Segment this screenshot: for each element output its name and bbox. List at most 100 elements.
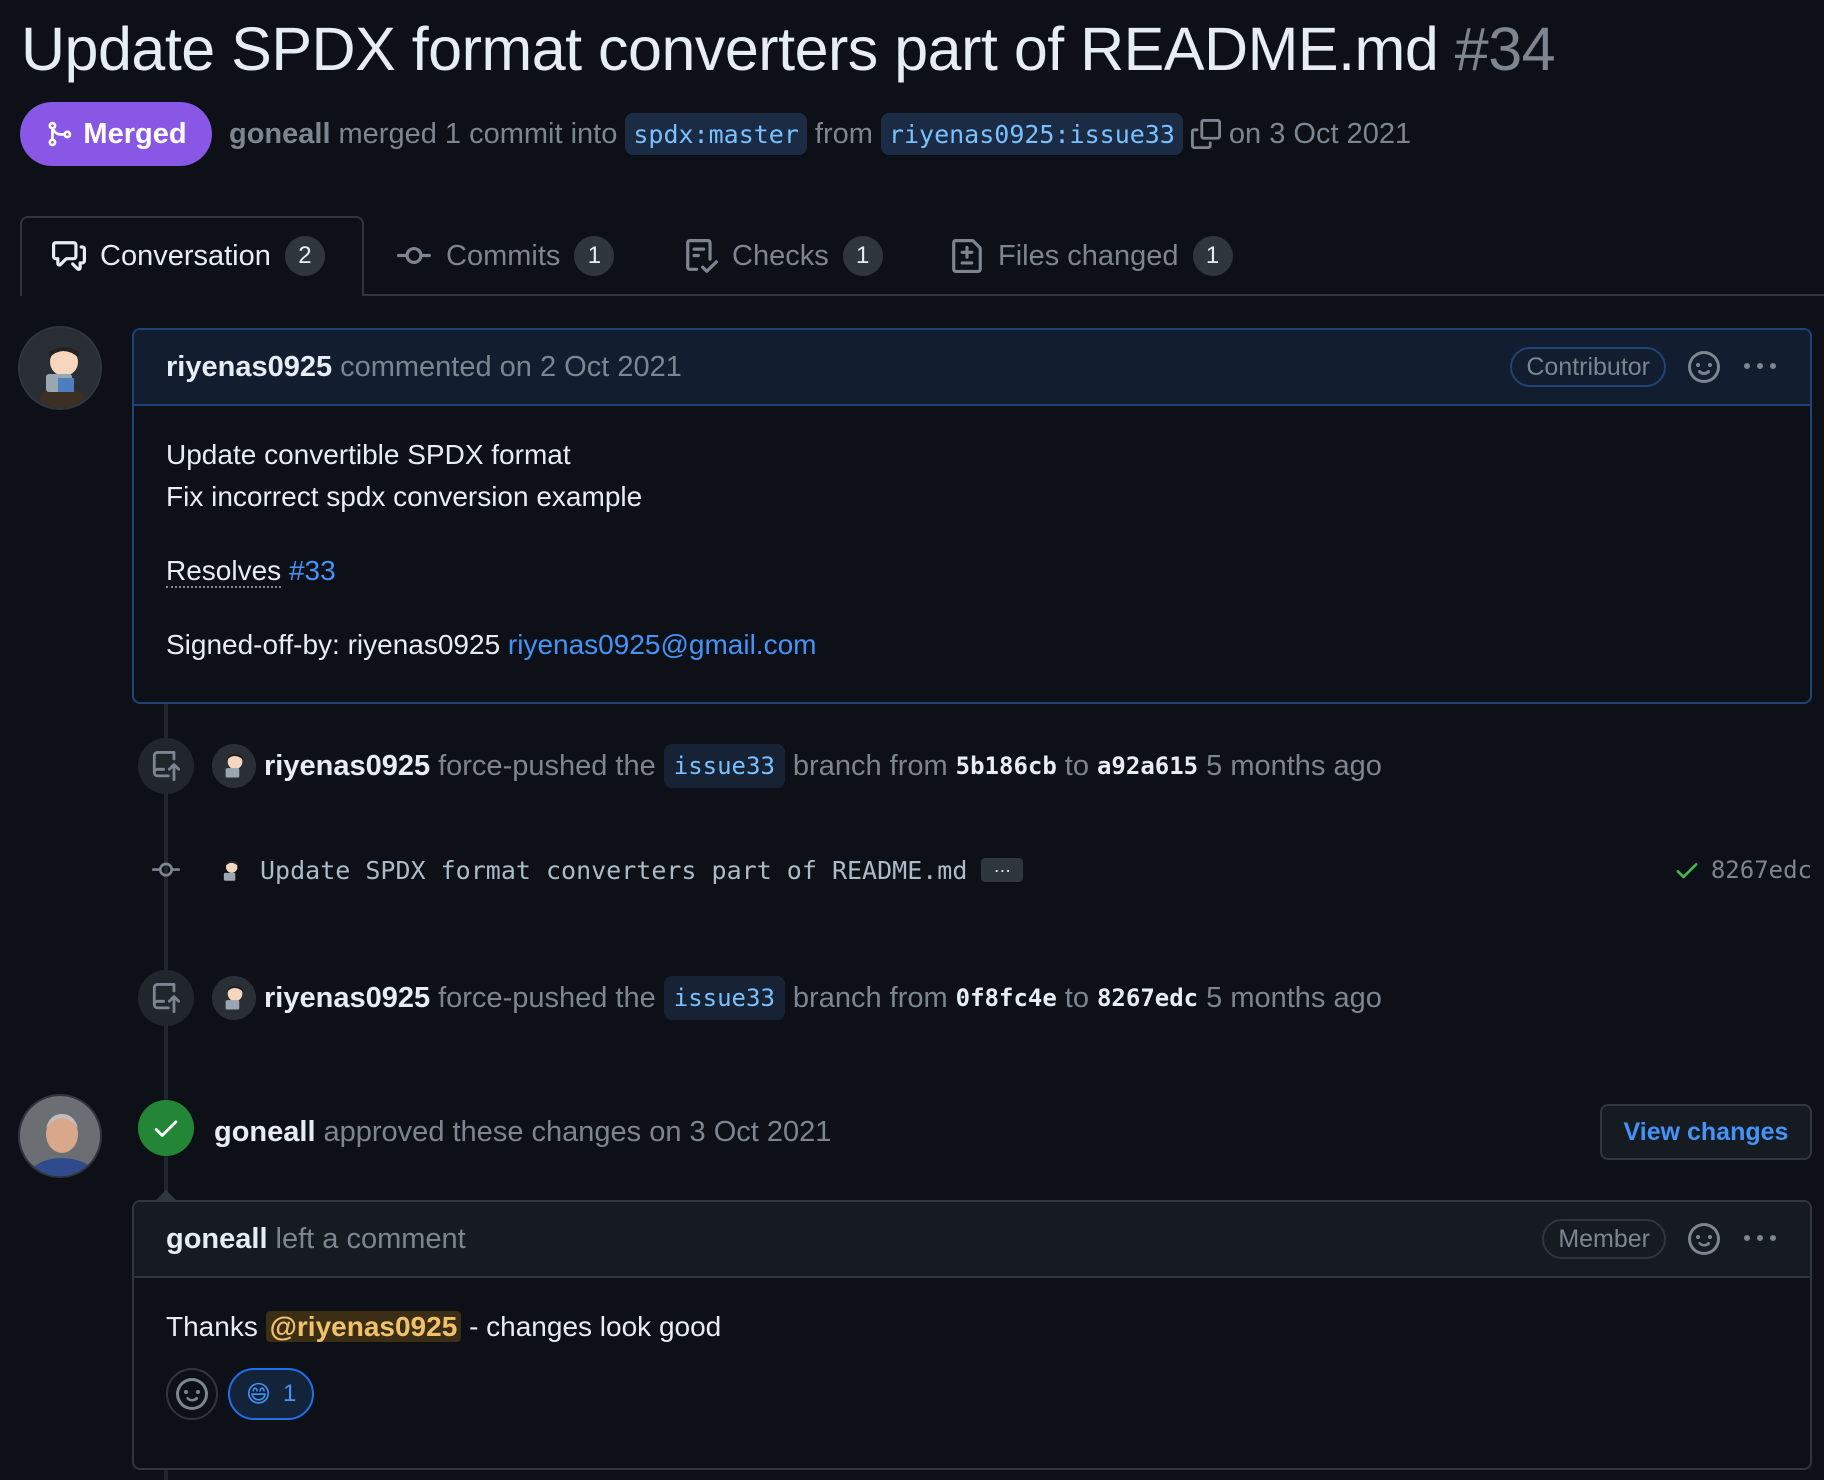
event-author[interactable]: riyenas0925 <box>264 982 430 1015</box>
avatar-illustration <box>212 744 256 788</box>
comment-header: riyenas0925 commented on 2 Oct 2021 Cont… <box>134 330 1810 406</box>
checklist-icon <box>686 239 718 273</box>
reviewer-name[interactable]: goneall <box>214 1116 316 1149</box>
comment-body: Update convertible SPDX format Fix incor… <box>134 406 1810 666</box>
event-action: force-pushed the <box>438 749 656 782</box>
to-sha-link[interactable]: 8267edc <box>1097 984 1198 1012</box>
commit-sha[interactable]: 8267edc <box>1711 856 1812 884</box>
file-diff-icon <box>952 239 982 273</box>
comment-author[interactable]: riyenas0925 <box>166 351 332 384</box>
pr-description-comment: riyenas0925 commented on 2 Oct 2021 Cont… <box>132 328 1812 704</box>
from-sha-link[interactable]: 0f8fc4e <box>956 984 1057 1012</box>
event-author[interactable]: riyenas0925 <box>264 750 430 783</box>
commit-node-icon <box>152 862 180 877</box>
tab-files-count: 1 <box>1192 236 1233 276</box>
add-reaction-button[interactable] <box>166 1368 218 1420</box>
base-branch[interactable]: spdx:master <box>625 113 807 155</box>
smiley-icon[interactable] <box>1688 1223 1720 1255</box>
commit-entry: Update SPDX format converters part of RE… <box>216 848 1024 892</box>
tab-checks[interactable]: Checks 1 <box>684 218 883 294</box>
event-to-text: to <box>1064 981 1089 1014</box>
avatar-illustration <box>20 328 100 408</box>
kebab-menu-icon[interactable] <box>1742 1223 1778 1255</box>
thanks-text: Thanks <box>166 1311 258 1342</box>
pr-title-text: Update SPDX format converters part of RE… <box>21 15 1439 83</box>
event-from-text: branch from <box>792 749 948 782</box>
review-comment: goneall left a comment Member Thanks @ri… <box>132 1200 1812 1470</box>
signed-off-line: Signed-off-by: riyenas0925 riyenas0925@g… <box>166 624 1778 666</box>
merge-date: on 3 Oct 2021 <box>1228 117 1412 150</box>
pr-title: Update SPDX format converters part of RE… <box>21 12 1556 86</box>
comment-body: Thanks @riyenas0925 - changes look good <box>134 1278 1810 1348</box>
merge-icon <box>48 121 72 147</box>
reaction-count: 1 <box>283 1380 297 1407</box>
tab-conversation-count: 2 <box>284 236 325 276</box>
resolves-line: Resolves #33 <box>166 550 1778 592</box>
signed-off-label: Signed-off-by: riyenas0925 <box>166 629 501 660</box>
to-sha-link[interactable]: a92a615 <box>1097 752 1198 780</box>
tab-files-label: Files changed <box>998 239 1179 272</box>
review-text[interactable]: approved these changes on 3 Oct 2021 <box>324 1116 832 1149</box>
expand-commit-button[interactable]: … <box>981 857 1024 882</box>
reactions-bar: 😄 1 <box>134 1348 1810 1420</box>
event-time[interactable]: 5 months ago <box>1206 750 1382 783</box>
tab-conversation-label: Conversation <box>100 239 271 272</box>
user-mention[interactable]: @riyenas0925 <box>265 1311 462 1342</box>
issue-link[interactable]: #33 <box>289 555 336 586</box>
from-text: from <box>814 117 873 150</box>
tab-conversation[interactable]: Conversation 2 <box>52 218 325 294</box>
contributor-badge: Contributor <box>1510 347 1666 387</box>
resolves-label: Resolves <box>166 555 282 588</box>
event-from-text: branch from <box>792 981 948 1014</box>
laugh-emoji-icon: 😄 <box>246 1380 272 1408</box>
event-branch[interactable]: issue33 <box>663 744 785 788</box>
merged-label: Merged <box>83 117 187 150</box>
comment-discussion-icon <box>52 241 86 271</box>
view-changes-button[interactable]: View changes <box>1600 1104 1812 1160</box>
repo-push-icon <box>152 751 181 781</box>
event-branch[interactable]: issue33 <box>663 976 785 1020</box>
body-line-2: Fix incorrect spdx conversion example <box>166 481 643 512</box>
avatar-photo <box>20 1096 100 1176</box>
from-sha-link[interactable]: 5b186cb <box>956 752 1057 780</box>
event-time[interactable]: 5 months ago <box>1206 982 1382 1015</box>
tab-files-changed[interactable]: Files changed 1 <box>950 218 1233 294</box>
merge-info: goneall merged 1 commit into spdx:master… <box>229 112 1411 156</box>
mini-avatar[interactable] <box>212 976 256 1020</box>
comment-meta[interactable]: commented on 2 Oct 2021 <box>340 351 682 384</box>
tab-checks-count: 1 <box>842 236 883 276</box>
tab-commits-label: Commits <box>446 239 561 272</box>
comment-meta: left a comment <box>275 1222 466 1255</box>
merger-link[interactable]: goneall <box>229 118 331 151</box>
signed-off-email[interactable]: riyenas0925@gmail.com <box>508 629 817 660</box>
mini-avatar[interactable] <box>212 744 256 788</box>
force-push-event: riyenas0925 force-pushed the issue33 bra… <box>212 976 1382 1020</box>
avatar-illustration <box>212 976 256 1020</box>
kebab-menu-icon[interactable] <box>1742 351 1778 383</box>
avatar[interactable] <box>18 1094 102 1178</box>
push-event-icon-wrap <box>138 970 194 1026</box>
comment-author[interactable]: goneall <box>166 1223 268 1256</box>
avatar[interactable] <box>18 326 102 410</box>
event-action: force-pushed the <box>438 981 656 1014</box>
member-badge: Member <box>1542 1219 1666 1259</box>
approved-icon-wrap <box>138 1100 194 1156</box>
body-line-1: Update convertible SPDX format <box>166 439 571 470</box>
check-icon <box>154 1120 178 1137</box>
smiley-icon <box>176 1378 208 1410</box>
merge-text: merged 1 commit into <box>338 117 618 150</box>
head-branch[interactable]: riyenas0925:issue33 <box>880 113 1183 155</box>
merged-status-badge: Merged <box>20 102 212 166</box>
laugh-reaction-button[interactable]: 😄 1 <box>228 1368 315 1420</box>
smiley-icon[interactable] <box>1688 351 1720 383</box>
event-to-text: to <box>1064 749 1089 782</box>
push-event-icon-wrap <box>138 738 194 794</box>
repo-push-icon <box>152 983 181 1013</box>
git-commit-icon <box>397 246 431 264</box>
force-push-event: riyenas0925 force-pushed the issue33 bra… <box>212 744 1382 788</box>
tab-commits[interactable]: Commits 1 <box>396 218 615 294</box>
avatar-illustration[interactable] <box>216 855 246 885</box>
check-icon[interactable] <box>1673 856 1701 884</box>
commit-message[interactable]: Update SPDX format converters part of RE… <box>260 856 967 885</box>
copy-icon[interactable] <box>1190 119 1221 149</box>
